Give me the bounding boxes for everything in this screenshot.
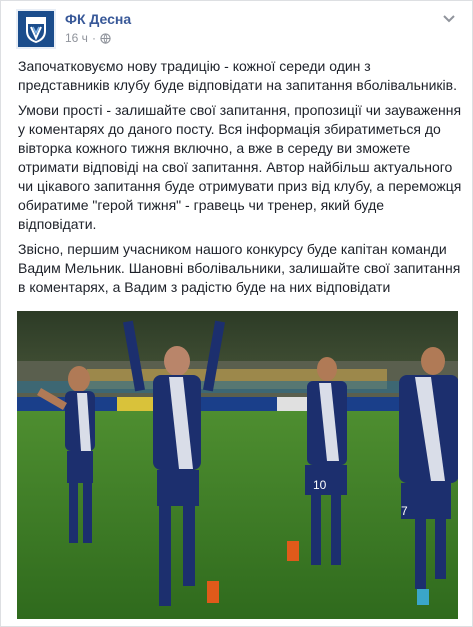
facebook-post: ФК Десна 16 ч · Започатковуємо нову трад…: [0, 0, 473, 627]
post-paragraph: Започатковуємо нову традицію - кожної се…: [18, 58, 457, 93]
post-paragraph: Умови прості - залишайте свої запитання,…: [18, 102, 462, 232]
page-avatar[interactable]: [16, 9, 56, 49]
post-photo[interactable]: 10 7: [17, 311, 458, 619]
post-meta: 16 ч ·: [65, 31, 111, 45]
jersey-number: 10: [313, 478, 327, 492]
page-name-link[interactable]: ФК Десна: [65, 11, 131, 27]
post-paragraph: Звісно, першим учасником нашого конкурсу…: [18, 241, 461, 295]
meta-separator: ·: [91, 31, 96, 45]
desna-logo-icon: [18, 11, 54, 47]
post-header: ФК Десна 16 ч ·: [16, 9, 456, 49]
chevron-down-icon[interactable]: [442, 11, 456, 23]
post-timestamp[interactable]: 16 ч: [65, 31, 88, 45]
jersey-number: 7: [401, 504, 408, 518]
team-photo-illustration: 10 7: [17, 311, 458, 619]
globe-icon[interactable]: [100, 32, 111, 44]
post-text: Започатковуємо нову традицію - кожної се…: [18, 57, 464, 303]
